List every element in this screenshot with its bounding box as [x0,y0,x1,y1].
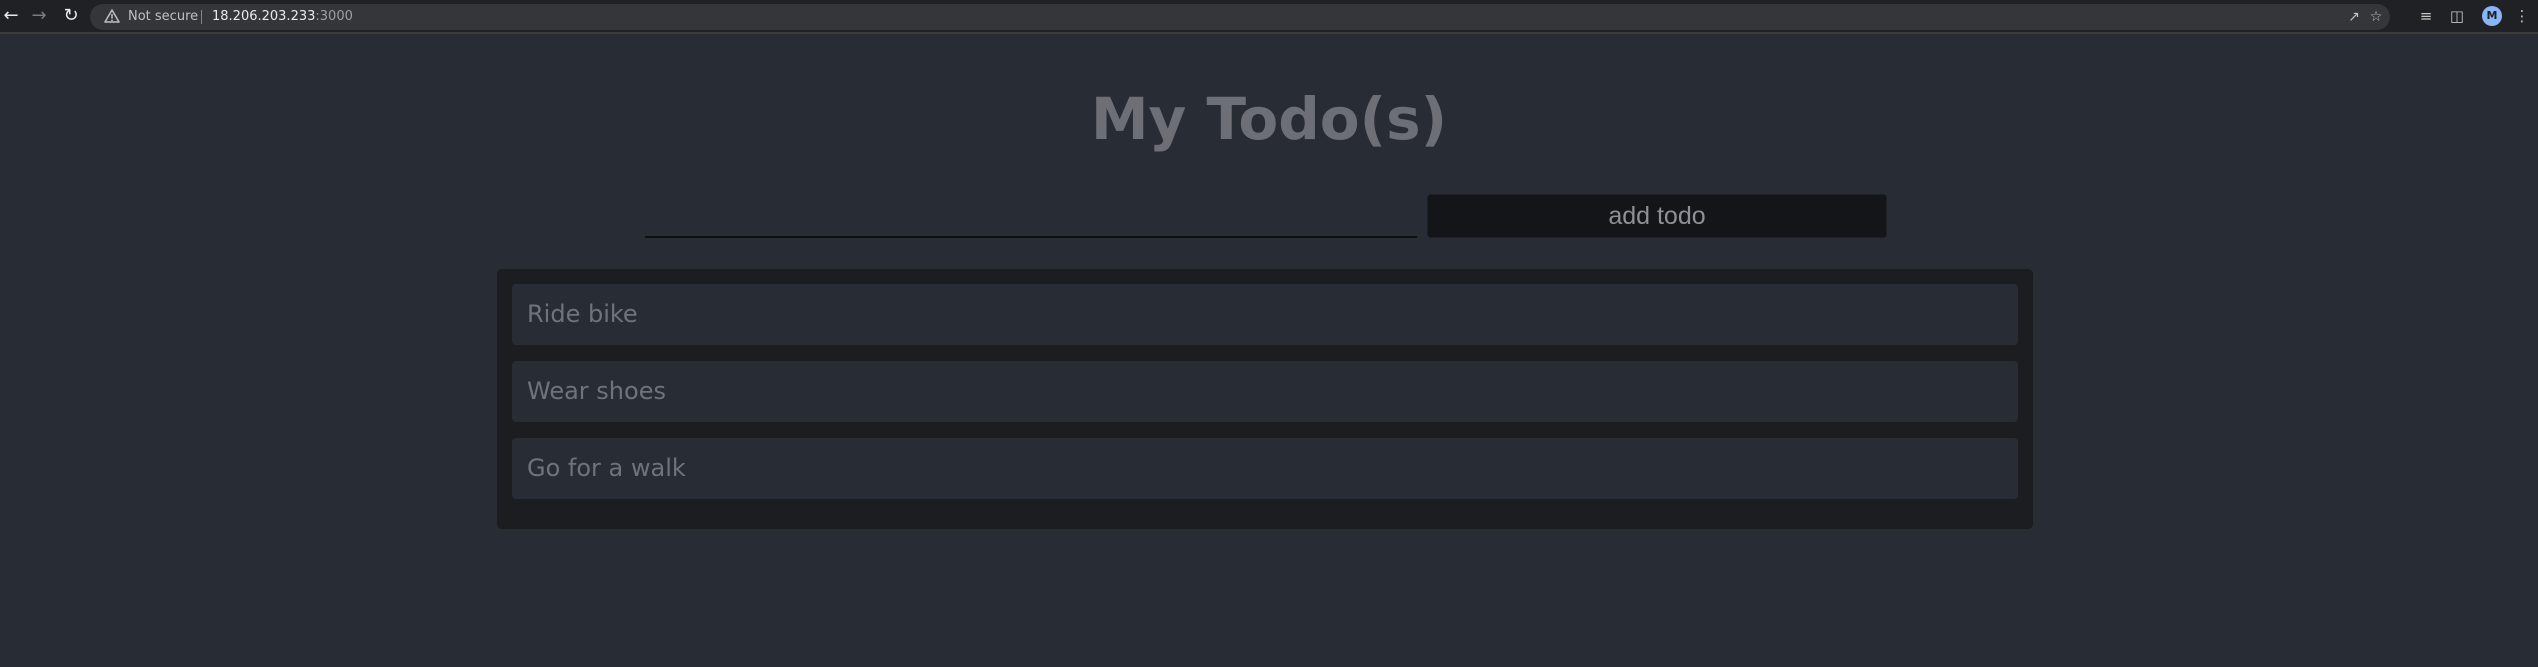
address-divider [201,10,202,24]
reading-list-icon[interactable]: ≡ [2416,6,2436,26]
forward-arrow-icon[interactable]: → [28,5,50,27]
todo-item[interactable]: Go for a walk [512,438,2018,499]
browser-toolbar: ← → ↻ Not secure 18.206.203.233:3000 ↗ ☆… [0,0,2538,34]
profile-avatar[interactable]: M [2482,6,2502,26]
reload-icon[interactable]: ↻ [60,5,82,27]
todo-item[interactable]: Ride bike [512,284,2018,345]
page-title: My Todo(s) [1090,85,1448,153]
share-icon[interactable]: ↗ [2345,8,2363,26]
todo-item[interactable]: Wear shoes [512,361,2018,422]
kebab-menu-icon[interactable]: ⋮ [2512,6,2532,26]
warning-icon[interactable] [104,8,120,24]
url-port: :3000 [315,9,353,24]
address-bar[interactable]: Not secure 18.206.203.233:3000 ↗ ☆ [90,4,2390,30]
side-panel-icon[interactable]: ◫ [2447,6,2467,26]
bookmark-star-icon[interactable]: ☆ [2367,8,2385,26]
security-status[interactable]: Not secure [128,9,198,25]
back-arrow-icon[interactable]: ← [0,5,22,27]
url-text[interactable]: 18.206.203.233:3000 [212,9,353,25]
todo-list: Ride bike Wear shoes Go for a walk [497,269,2033,529]
url-host: 18.206.203.233 [212,9,316,24]
new-todo-input[interactable] [645,196,1417,238]
add-todo-button[interactable]: add todo [1427,194,1887,238]
